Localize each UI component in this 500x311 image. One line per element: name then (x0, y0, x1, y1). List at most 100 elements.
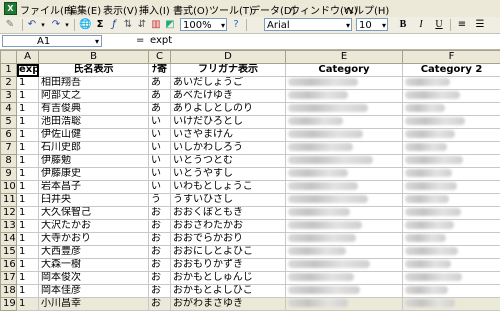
column-header-b[interactable]: B (39, 51, 149, 64)
cell-category-2-redacted[interactable] (403, 155, 500, 168)
cell-category-redacted[interactable] (286, 207, 403, 220)
cell-name[interactable]: 岡本俊次 (39, 272, 149, 285)
cell-name[interactable]: 伊藤康史 (39, 168, 149, 181)
cell-category-2-redacted[interactable] (403, 129, 500, 142)
zoom-select[interactable]: 100%▾ (180, 18, 227, 31)
cell-category-2-redacted[interactable] (403, 259, 500, 272)
menu-format[interactable]: 書式(O) (173, 2, 209, 17)
redo-icon[interactable]: ↷ (50, 18, 62, 32)
cell-name[interactable]: 有吉俊典 (39, 103, 149, 116)
cell-furigana[interactable]: いしかわしろう (171, 142, 286, 155)
cell-name[interactable]: 伊藤勉 (39, 155, 149, 168)
cell-category-redacted[interactable] (286, 168, 403, 181)
name-box[interactable]: A1▾ (2, 35, 102, 47)
function-icon[interactable]: ƒ (108, 18, 120, 32)
cell-expt[interactable]: 1 (17, 298, 39, 311)
cell-initial[interactable]: お (149, 207, 171, 220)
cell-furigana[interactable]: いとうやすし (171, 168, 286, 181)
cell-expt[interactable]: 1 (17, 142, 39, 155)
cell-expt[interactable]: 1 (17, 207, 39, 220)
cell-category-2-redacted[interactable] (403, 285, 500, 298)
hyperlink-icon[interactable]: 🌐 (79, 18, 91, 32)
menu-edit[interactable]: 編集(E) (67, 2, 101, 17)
cell-expt[interactable]: 1 (17, 181, 39, 194)
header-cell-initial[interactable]: ﾅ寄 (149, 64, 171, 77)
select-all-corner[interactable] (1, 51, 17, 64)
cell-initial[interactable]: い (149, 168, 171, 181)
cell-expt[interactable]: 1 (17, 285, 39, 298)
cell-category-redacted[interactable] (286, 103, 403, 116)
cell-name[interactable]: 池田浩聡 (39, 116, 149, 129)
row-header[interactable]: 8 (1, 155, 17, 168)
cell-initial[interactable]: い (149, 142, 171, 155)
cell-category-2-redacted[interactable] (403, 77, 500, 90)
cell-category-2-redacted[interactable] (403, 207, 500, 220)
cell-furigana[interactable]: おおにしとよひこ (171, 246, 286, 259)
cell-furigana[interactable]: ありよしとしのり (171, 103, 286, 116)
cell-expt[interactable]: 1 (17, 168, 39, 181)
sort-icon[interactable]: ⇅ (122, 18, 134, 32)
header-cell-category[interactable]: Category (286, 64, 403, 77)
column-header-e[interactable]: E (286, 51, 403, 64)
cell-name[interactable]: 岡本佳彦 (39, 285, 149, 298)
cell-initial[interactable]: あ (149, 103, 171, 116)
cell-initial[interactable]: あ (149, 77, 171, 90)
cell-expt[interactable]: 1 (17, 233, 39, 246)
cell-name[interactable]: 岩本昌子 (39, 181, 149, 194)
header-cell-name[interactable]: 氏名表示 (39, 64, 149, 77)
cell-furigana[interactable]: おおもりかずき (171, 259, 286, 272)
autosum-icon[interactable]: Σ (94, 18, 106, 32)
cell-expt[interactable]: 1 (17, 116, 39, 129)
undo-icon[interactable]: ↶ (26, 18, 38, 32)
column-header-a[interactable]: A (17, 51, 39, 64)
cell-expt[interactable]: 1 (17, 272, 39, 285)
align-left-icon[interactable]: ≡ (455, 18, 469, 32)
row-header[interactable]: 6 (1, 129, 17, 142)
cell-expt[interactable]: 1 (17, 77, 39, 90)
row-header[interactable]: 10 (1, 181, 17, 194)
row-header[interactable]: 18 (1, 285, 17, 298)
cell-category-2-redacted[interactable] (403, 233, 500, 246)
undo-dropdown-icon[interactable]: ▾ (39, 18, 47, 32)
cell-category-redacted[interactable] (286, 220, 403, 233)
row-header[interactable]: 17 (1, 272, 17, 285)
cell-initial[interactable]: あ (149, 90, 171, 103)
cell-initial[interactable]: い (149, 181, 171, 194)
menu-help[interactable]: ヘルプ(H) (344, 2, 389, 17)
cell-furigana[interactable]: いけだひろとし (171, 116, 286, 129)
cell-category-2-redacted[interactable] (403, 246, 500, 259)
italic-button[interactable]: I (414, 18, 428, 32)
cell-furigana[interactable]: おがわまさゆき (171, 298, 286, 311)
cell-initial[interactable]: お (149, 298, 171, 311)
row-header[interactable]: 7 (1, 142, 17, 155)
align-center-icon[interactable]: ☰ (473, 18, 487, 32)
cell-furigana[interactable]: いとうつとむ (171, 155, 286, 168)
menu-file[interactable]: ファイル(F) (20, 2, 74, 17)
cell-furigana[interactable]: おかもとしゅんじ (171, 272, 286, 285)
cell-expt[interactable]: 1 (17, 90, 39, 103)
row-header[interactable]: 4 (1, 103, 17, 116)
row-header[interactable]: 14 (1, 233, 17, 246)
cell-initial[interactable]: お (149, 246, 171, 259)
cell-furigana[interactable]: あいだしょうご (171, 77, 286, 90)
menu-view[interactable]: 表示(V) (103, 2, 138, 17)
formula-input[interactable]: expt (150, 35, 172, 46)
cell-name[interactable]: 相田翔吾 (39, 77, 149, 90)
column-header-f[interactable]: F (403, 51, 500, 64)
row-header[interactable]: 5 (1, 116, 17, 129)
menu-insert[interactable]: 挿入(I) (139, 2, 170, 17)
cell-name[interactable]: 大久保智己 (39, 207, 149, 220)
cell-name[interactable]: 大西豊彦 (39, 246, 149, 259)
cell-category-redacted[interactable] (286, 246, 403, 259)
row-header[interactable]: 9 (1, 168, 17, 181)
row-header[interactable]: 19 (1, 298, 17, 311)
cell-name[interactable]: 大寺かおり (39, 233, 149, 246)
cell-furigana[interactable]: おおでらかおり (171, 233, 286, 246)
cell-initial[interactable]: い (149, 155, 171, 168)
row-header[interactable]: 11 (1, 194, 17, 207)
cell-category-2-redacted[interactable] (403, 194, 500, 207)
cell-name[interactable]: 小川昌幸 (39, 298, 149, 311)
row-header[interactable]: 13 (1, 220, 17, 233)
font-size-select[interactable]: 10▾ (356, 18, 388, 31)
cell-name[interactable]: 阿部丈之 (39, 90, 149, 103)
